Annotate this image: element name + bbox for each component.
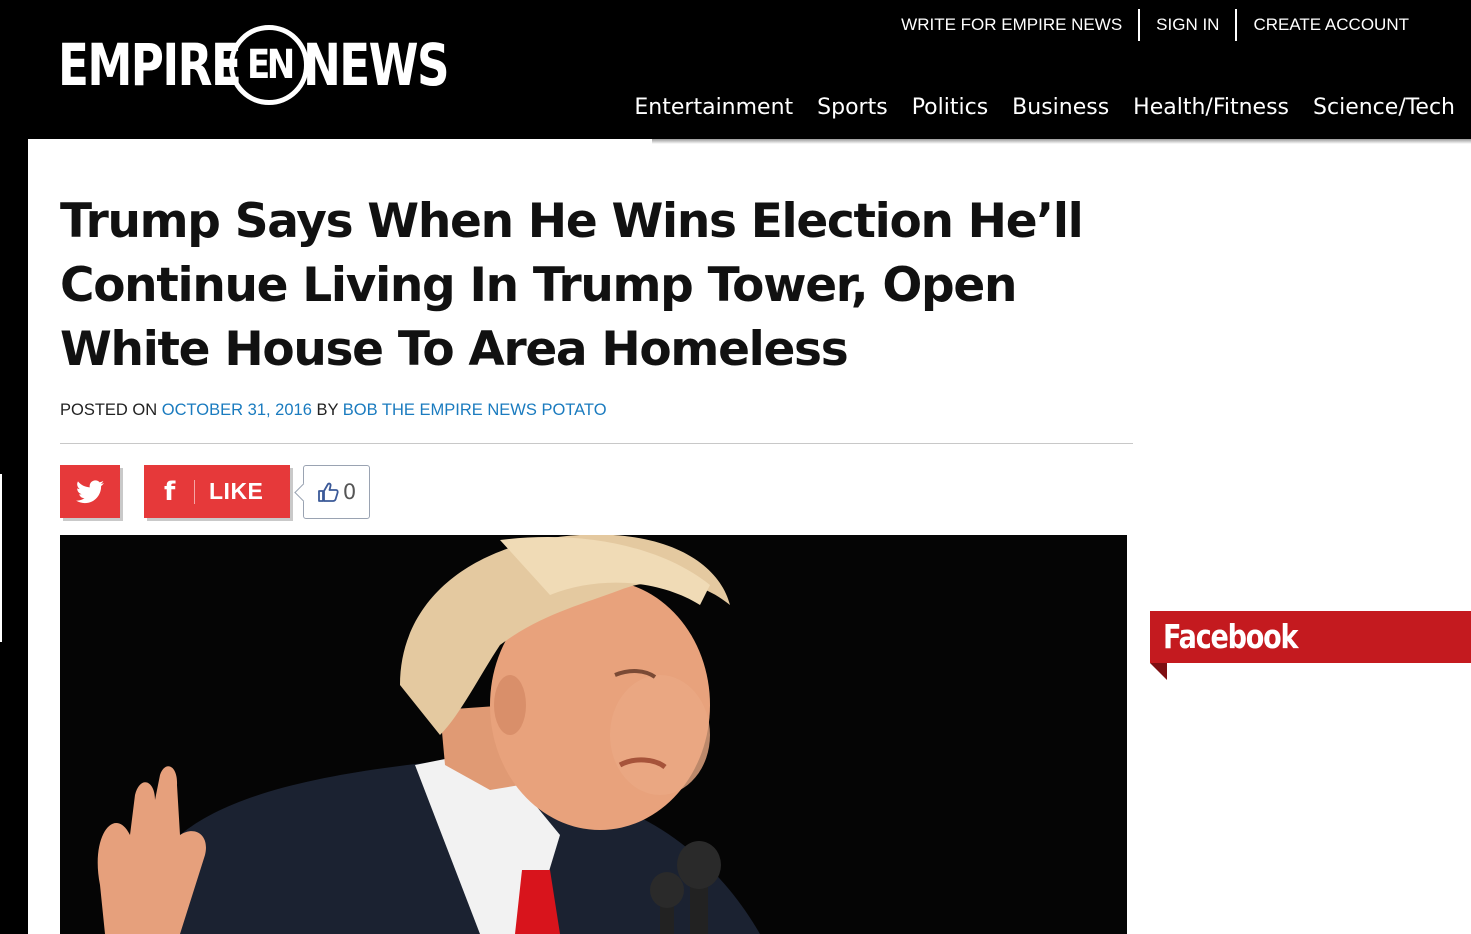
twitter-share-button[interactable]	[60, 465, 120, 518]
nav-sports[interactable]: Sports	[817, 93, 888, 123]
logo-badge-text: EN	[246, 42, 295, 88]
logo-word-news: NEWS	[303, 31, 450, 99]
nav-health-fitness[interactable]: Health/Fitness	[1133, 93, 1289, 123]
article-photo	[60, 535, 1127, 934]
nav-politics[interactable]: Politics	[912, 93, 988, 123]
site-logo[interactable]: EMPIRE EN NEWS	[58, 24, 463, 106]
create-account-link[interactable]: CREATE ACCOUNT	[1237, 10, 1409, 40]
logo-word-empire: EMPIRE	[58, 31, 242, 99]
like-count: 0	[342, 480, 357, 504]
byline-divider	[60, 443, 1133, 444]
article-title: Trump Says When He Wins Election He’ll C…	[60, 194, 1084, 377]
logo-badge: EN	[229, 25, 309, 105]
author-link[interactable]: BOB THE EMPIRE NEWS POTATO	[343, 401, 607, 419]
article-date-link[interactable]: OCTOBER 31, 2016	[162, 401, 312, 419]
nav-entertainment[interactable]: Entertainment	[634, 93, 793, 123]
nav-science-tech[interactable]: Science/Tech	[1313, 93, 1455, 123]
ribbon-fold	[1150, 663, 1167, 680]
facebook-like-button[interactable]: f LIKE	[144, 465, 290, 518]
edge-marker	[0, 474, 2, 642]
like-label: LIKE	[209, 478, 264, 504]
by-label: BY	[316, 401, 339, 419]
site-header: EMPIRE EN NEWS WRITE FOR EMPIRE NEWS SIG…	[0, 0, 1471, 139]
posted-on-label: POSTED ON	[60, 401, 158, 419]
thumbs-up-icon	[317, 482, 339, 502]
nav-business[interactable]: Business	[1012, 93, 1109, 123]
button-separator	[194, 479, 195, 504]
nav-shadow	[652, 139, 1471, 144]
article-photo-image	[97, 535, 760, 934]
facebook-f-icon: f	[164, 476, 176, 507]
main-nav: Entertainment Sports Politics Business H…	[610, 93, 1455, 123]
write-for-empire-news-link[interactable]: WRITE FOR EMPIRE NEWS	[885, 10, 1138, 40]
article-byline: POSTED ON OCTOBER 31, 2016 BY BOB THE EM…	[60, 401, 607, 420]
facebook-widget-title: Facebook	[1163, 617, 1298, 656]
like-count-bubble[interactable]: 0	[303, 465, 370, 519]
sign-in-link[interactable]: SIGN IN	[1140, 10, 1235, 40]
twitter-bird-icon	[76, 479, 104, 503]
facebook-widget-header: Facebook	[1150, 611, 1471, 663]
account-links: WRITE FOR EMPIRE NEWS SIGN IN CREATE ACC…	[885, 9, 1409, 41]
